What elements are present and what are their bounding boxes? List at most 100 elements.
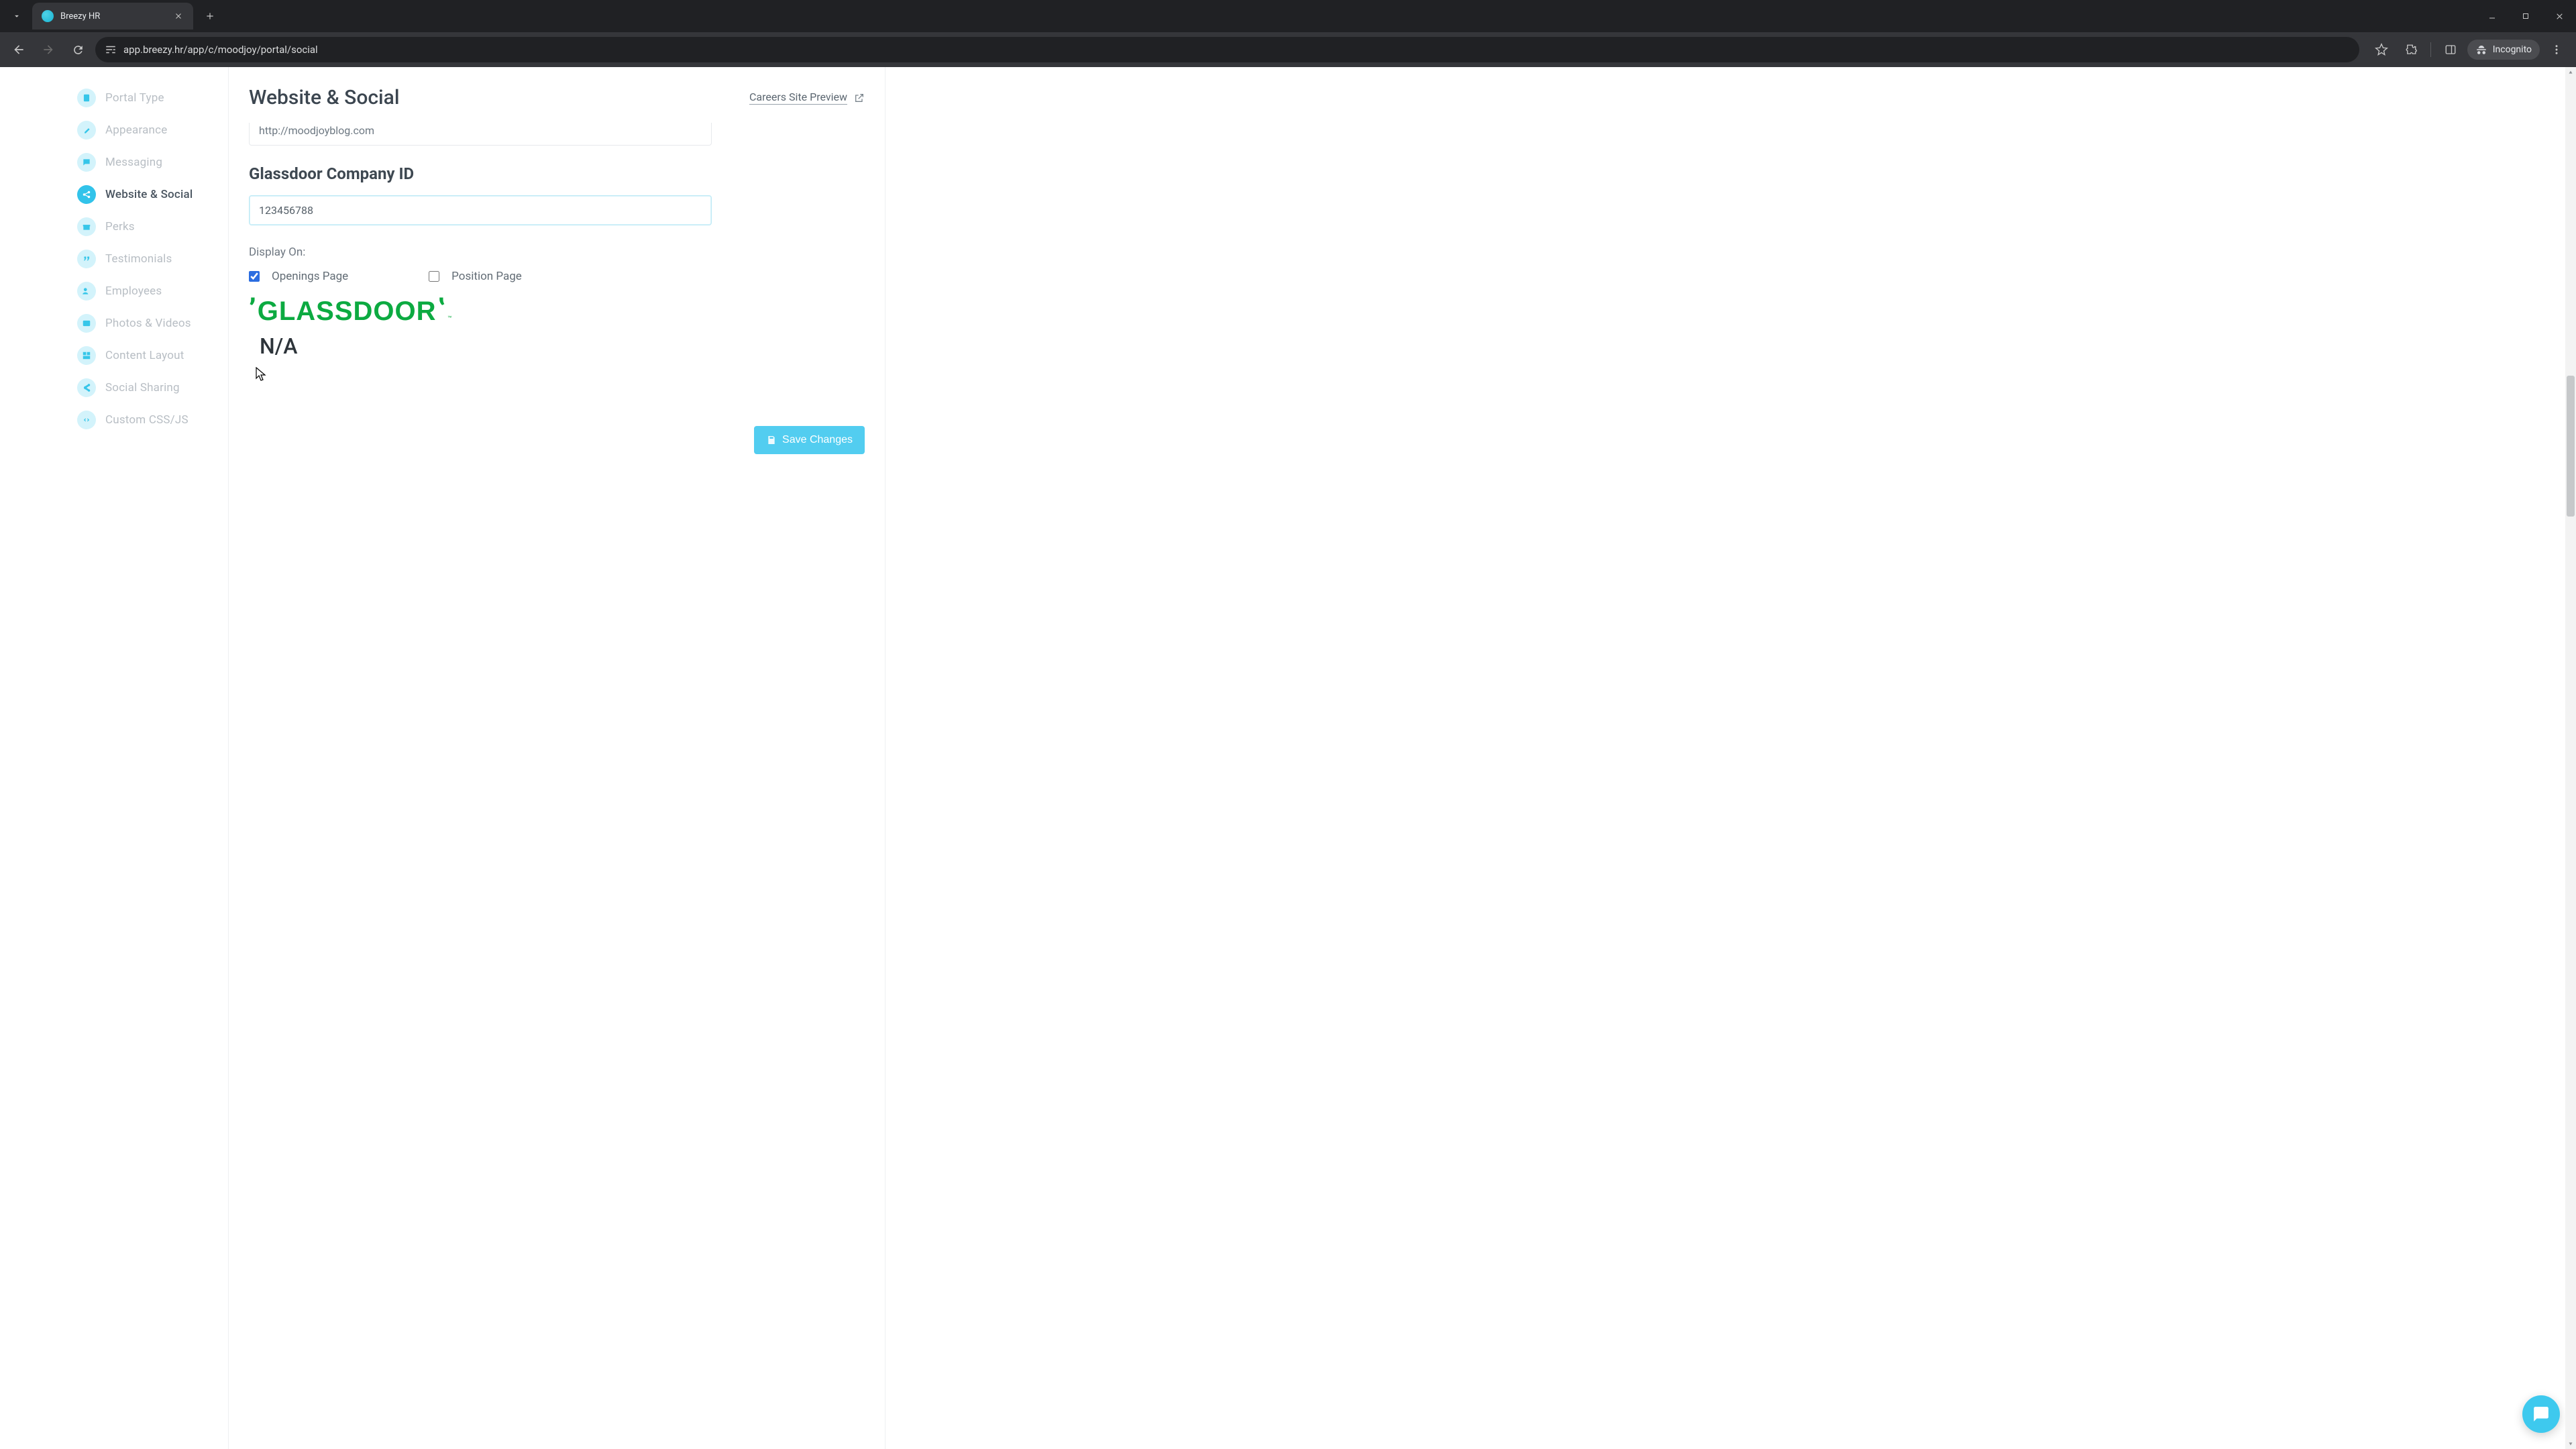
url-text: app.breezy.hr/app/c/moodjoy/portal/socia… xyxy=(123,44,318,56)
main-content: Website & Social Careers Site Preview ht… xyxy=(228,67,885,1449)
preview-link-label: Careers Site Preview xyxy=(749,91,847,105)
maximize-icon xyxy=(2522,12,2530,20)
share-icon xyxy=(77,185,96,204)
glassdoor-quote-left-icon: ’ xyxy=(249,301,256,318)
document-icon xyxy=(77,89,96,107)
tab-favicon xyxy=(42,10,54,22)
sidebar-item-content-layout[interactable]: Content Layout xyxy=(77,339,228,372)
page-viewport: Portal Type Appearance Messaging Website… xyxy=(0,67,2576,1449)
browser-toolbar: app.breezy.hr/app/c/moodjoy/portal/socia… xyxy=(0,32,2576,67)
sidebar-item-label: Employees xyxy=(105,284,162,298)
sidebar-item-website-social[interactable]: Website & Social xyxy=(77,178,228,211)
glassdoor-widget: ’ GLASSDOOR ’ ™ N/A xyxy=(249,297,865,359)
tab-strip: Breezy HR xyxy=(0,0,2576,32)
sidebar-item-perks[interactable]: Perks xyxy=(77,211,228,243)
sidepanel-button[interactable] xyxy=(2438,37,2463,62)
external-link-icon xyxy=(854,93,865,103)
chat-icon xyxy=(77,153,96,172)
back-button[interactable] xyxy=(7,38,31,62)
bookmark-button[interactable] xyxy=(2369,37,2394,62)
save-changes-button[interactable]: Save Changes xyxy=(754,426,865,454)
glassdoor-rating-value: N/A xyxy=(260,333,865,359)
sidebar-item-photos-videos[interactable]: Photos & Videos xyxy=(77,307,228,339)
sidebar-item-employees[interactable]: Employees xyxy=(77,275,228,307)
sidebar-item-label: Perks xyxy=(105,220,135,233)
blog-url-value: http://moodjoyblog.com xyxy=(259,124,374,137)
forward-button[interactable] xyxy=(36,38,60,62)
site-info-button[interactable] xyxy=(105,44,117,56)
blog-url-input[interactable]: http://moodjoyblog.com xyxy=(249,123,712,146)
glassdoor-logo: ’ GLASSDOOR ’ ™ xyxy=(249,297,865,327)
layout-icon xyxy=(77,346,96,365)
browser-tab[interactable]: Breezy HR xyxy=(32,3,193,30)
openings-page-checkbox[interactable]: Openings Page xyxy=(249,270,348,283)
gift-icon xyxy=(77,217,96,236)
extensions-button[interactable] xyxy=(2398,37,2424,62)
incognito-icon xyxy=(2475,44,2487,56)
share-alt-icon xyxy=(77,378,96,397)
tune-icon xyxy=(105,44,117,56)
sidepanel-icon xyxy=(2445,44,2457,56)
sidebar-item-label: Social Sharing xyxy=(105,381,180,394)
sidebar-item-label: Portal Type xyxy=(105,91,164,105)
save-button-label: Save Changes xyxy=(782,434,853,446)
sidebar-item-messaging[interactable]: Messaging xyxy=(77,146,228,178)
position-page-checkbox-input[interactable] xyxy=(429,271,439,282)
save-icon xyxy=(766,435,777,445)
sidebar-item-custom-css[interactable]: Custom CSS/JS xyxy=(77,404,228,436)
sidebar-item-portal-type[interactable]: Portal Type xyxy=(77,82,228,114)
incognito-label: Incognito xyxy=(2493,44,2532,55)
arrow-left-icon xyxy=(12,43,25,56)
image-icon xyxy=(77,314,96,333)
position-page-checkbox[interactable]: Position Page xyxy=(429,270,522,283)
sidebar-item-label: Custom CSS/JS xyxy=(105,413,189,427)
glassdoor-quote-right-icon: ’ xyxy=(438,301,445,318)
browser-menu-button[interactable] xyxy=(2544,37,2569,62)
tab-close-button[interactable] xyxy=(173,11,184,21)
address-bar[interactable]: app.breezy.hr/app/c/moodjoy/portal/socia… xyxy=(95,37,2359,62)
sidebar-item-testimonials[interactable]: Testimonials xyxy=(77,243,228,275)
scrollbar[interactable] xyxy=(2565,67,2576,1449)
reload-button[interactable] xyxy=(66,38,90,62)
sidebar-item-label: Testimonials xyxy=(105,252,172,266)
sidebar-item-label: Appearance xyxy=(105,123,167,137)
position-page-checkbox-label: Position Page xyxy=(451,270,522,283)
glassdoor-trademark: ™ xyxy=(447,315,451,323)
quote-icon xyxy=(77,250,96,268)
close-icon xyxy=(2555,12,2564,21)
openings-page-checkbox-label: Openings Page xyxy=(272,270,348,283)
scrollbar-thumb[interactable] xyxy=(2567,376,2575,517)
sidebar-item-label: Photos & Videos xyxy=(105,317,191,330)
sidebar-item-label: Messaging xyxy=(105,156,162,169)
display-on-label: Display On: xyxy=(249,246,865,259)
users-icon xyxy=(77,282,96,301)
settings-sidebar: Portal Type Appearance Messaging Website… xyxy=(77,67,228,1449)
scroll-down-button[interactable] xyxy=(2565,1438,2576,1449)
window-minimize-button[interactable] xyxy=(2475,3,2509,30)
sidebar-item-appearance[interactable]: Appearance xyxy=(77,114,228,146)
star-icon xyxy=(2375,43,2388,56)
triangle-down-icon xyxy=(2567,1440,2574,1447)
intercom-chat-button[interactable] xyxy=(2522,1395,2560,1433)
browser-chrome: Breezy HR xyxy=(0,0,2576,67)
incognito-indicator[interactable]: Incognito xyxy=(2467,40,2540,60)
toolbar-divider xyxy=(2430,42,2431,57)
window-maximize-button[interactable] xyxy=(2509,3,2542,30)
window-controls xyxy=(2475,3,2576,30)
careers-preview-link[interactable]: Careers Site Preview xyxy=(749,91,865,105)
scroll-up-button[interactable] xyxy=(2565,67,2576,78)
window-close-button[interactable] xyxy=(2542,3,2576,30)
openings-page-checkbox-input[interactable] xyxy=(249,271,260,282)
chat-bubble-icon xyxy=(2532,1405,2550,1423)
code-icon xyxy=(77,411,96,429)
reload-icon xyxy=(72,44,85,56)
kebab-icon xyxy=(2551,44,2563,56)
close-icon xyxy=(174,12,182,20)
sidebar-item-label: Website & Social xyxy=(105,188,193,201)
new-tab-button[interactable] xyxy=(200,6,220,26)
minimize-icon xyxy=(2488,12,2496,20)
glassdoor-id-input[interactable]: 123456788 xyxy=(249,195,712,225)
tab-title: Breezy HR xyxy=(60,11,166,21)
tab-search-dropdown[interactable] xyxy=(5,5,28,28)
sidebar-item-social-sharing[interactable]: Social Sharing xyxy=(77,372,228,404)
